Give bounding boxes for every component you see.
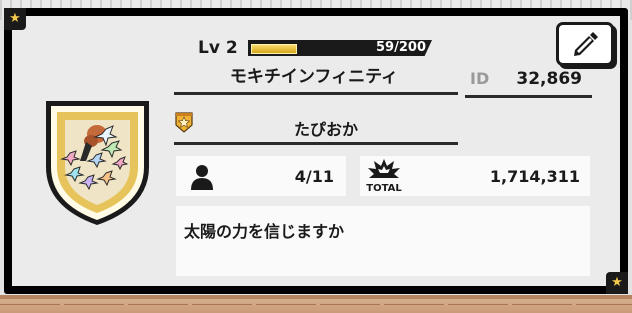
burst-icon: TOTAL [366, 159, 402, 194]
corner-star-icon: ★ [606, 272, 628, 294]
friends-panel: 4/11 [176, 156, 346, 196]
id-value: 32,869 [516, 69, 582, 89]
level-label: Lv 2 [198, 38, 238, 58]
person-icon [191, 165, 213, 190]
xp-progress-fill [251, 44, 297, 54]
total-label: TOTAL [366, 183, 402, 194]
xp-progress-bar: 59/200 [248, 40, 432, 56]
player-name: モキチインフィニティ [229, 67, 399, 87]
comment-panel: 太陽の力を信じますか [176, 206, 590, 276]
rank-star-badge-icon [175, 112, 193, 133]
friends-count: 4/11 [294, 167, 334, 186]
divider [174, 142, 458, 145]
wooden-floor [0, 295, 632, 313]
pencil-icon [574, 32, 598, 56]
shield-emblem-icon [46, 101, 149, 225]
id-label: ID [470, 69, 490, 88]
xp-text: 59/200 [376, 40, 426, 55]
total-value: 1,714,311 [489, 167, 580, 186]
corner-star-icon: ★ [4, 8, 26, 30]
player-title: たぴおか [293, 120, 358, 139]
divider [174, 92, 458, 95]
edit-button[interactable] [556, 22, 614, 66]
comment-text: 太陽の力を信じますか [184, 222, 345, 241]
divider [465, 95, 592, 98]
total-panel: TOTAL 1,714,311 [360, 156, 590, 196]
